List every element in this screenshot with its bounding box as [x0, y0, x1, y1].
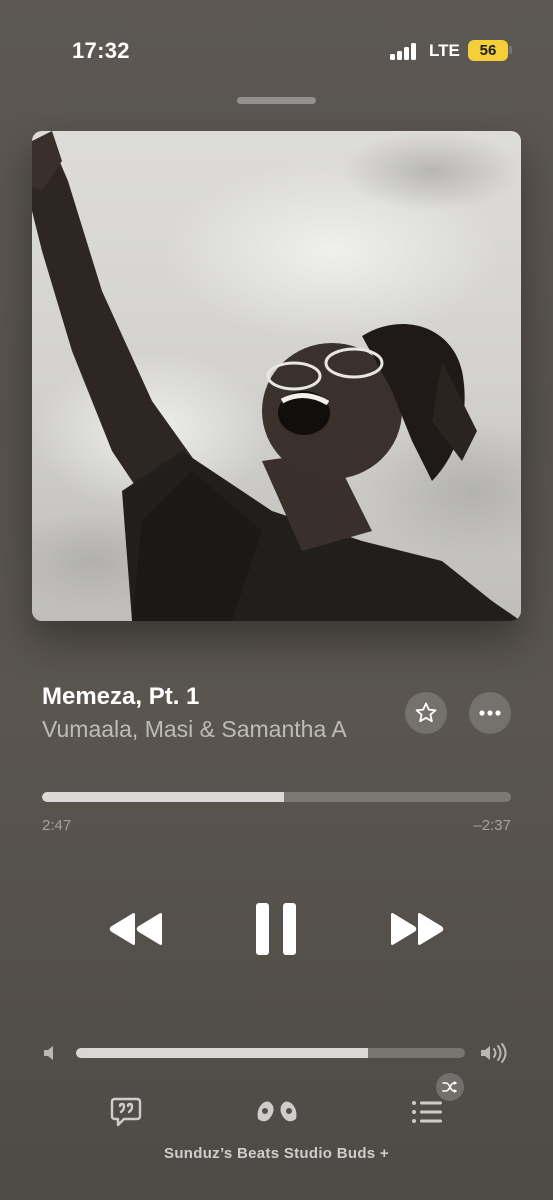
playback-progress-fill: [42, 792, 284, 802]
cellular-signal-icon: [390, 42, 420, 60]
queue-list-icon[interactable]: [411, 1099, 443, 1125]
time-elapsed: 2:47: [42, 817, 72, 834]
favorite-button[interactable]: [405, 692, 447, 734]
rewind-button[interactable]: [105, 905, 167, 953]
album-art-image: [32, 131, 521, 621]
shuffle-icon: [442, 1081, 457, 1093]
speaker-low-icon: [44, 1046, 53, 1060]
more-options-button[interactable]: [469, 692, 511, 734]
fast-forward-button[interactable]: [386, 905, 448, 953]
playback-scrubber[interactable]: [42, 792, 511, 802]
volume-level-fill: [76, 1048, 368, 1058]
rewind-icon: [109, 913, 162, 945]
output-device-name[interactable]: Sunduz’s Beats Studio Buds +: [0, 1145, 553, 1162]
lyrics-icon[interactable]: [110, 1097, 142, 1127]
network-type: LTE: [429, 41, 460, 60]
volume-slider[interactable]: [76, 1048, 465, 1058]
pause-icon: [256, 903, 296, 955]
time-remaining: –2:37: [473, 817, 511, 834]
battery-level: 56: [468, 40, 508, 61]
ellipsis-icon: [479, 710, 501, 716]
status-time: 17:32: [72, 38, 130, 63]
star-icon: [415, 702, 437, 723]
status-bar: 17:32 LTE 56: [0, 0, 553, 100]
sheet-grabber[interactable]: [237, 97, 316, 104]
track-title[interactable]: Memeza, Pt. 1: [42, 683, 199, 711]
track-artist[interactable]: Vumaala, Masi & Samantha A: [42, 716, 347, 743]
speaker-high-icon: [481, 1043, 507, 1063]
battery-cap: [509, 46, 512, 54]
earbuds-icon[interactable]: [254, 1097, 300, 1125]
shuffle-indicator[interactable]: [436, 1073, 464, 1101]
pause-button[interactable]: [248, 898, 304, 960]
fast-forward-icon: [391, 913, 444, 945]
